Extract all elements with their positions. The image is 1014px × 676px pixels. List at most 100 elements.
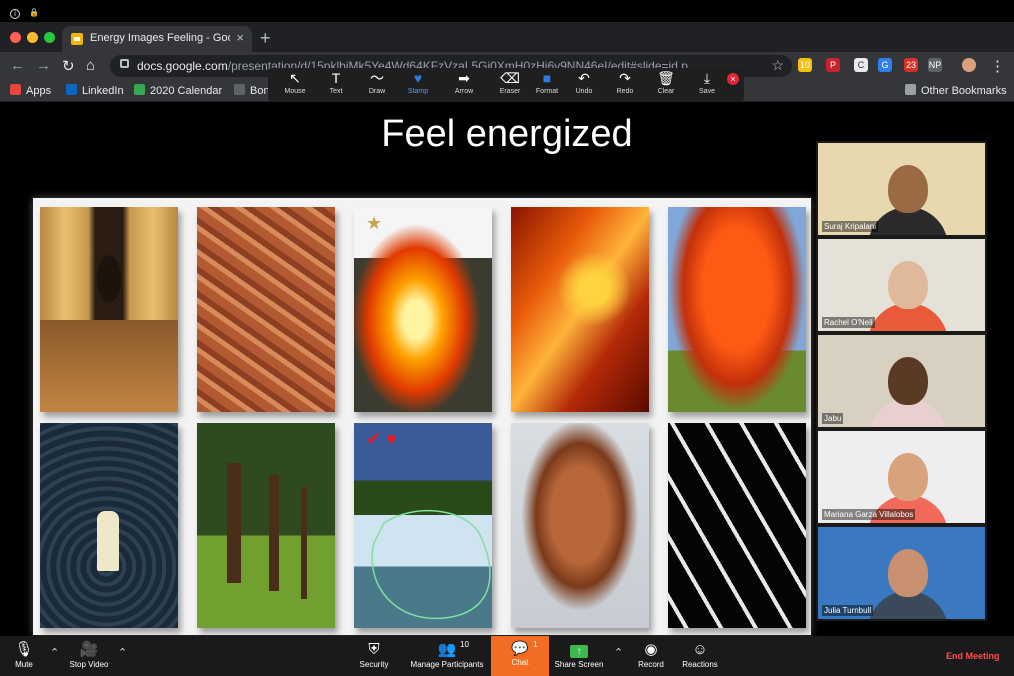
bookmark-item[interactable]: 2020 Calendar xyxy=(134,84,222,97)
annotation-tool-arrow[interactable]: ➡ Arrow xyxy=(444,70,484,100)
record-button[interactable]: ◉ Record xyxy=(634,640,668,669)
bookmark-item[interactable]: Apps xyxy=(10,84,51,97)
participant-face xyxy=(888,357,928,405)
back-arrow-icon[interactable]: ← xyxy=(10,57,25,74)
photo-pine-trees xyxy=(197,423,335,628)
pinterest-ext-icon[interactable]: P xyxy=(826,58,840,72)
participant-face xyxy=(888,549,928,597)
annotation-tool-eraser[interactable]: ⌫ Eraser xyxy=(490,70,530,100)
participant-name-label: Mariana Garza Villalobos xyxy=(822,509,916,520)
bookmark-label: Apps xyxy=(26,85,52,97)
video-options-chevron-icon[interactable]: ⌃ xyxy=(118,646,127,659)
photos-ext-icon[interactable]: 23 xyxy=(904,58,918,72)
annotation-tool-undo[interactable]: ↶ Undo xyxy=(564,70,604,100)
annotation-tool-stamp[interactable]: ♥ Stamp xyxy=(398,70,438,100)
secure-lock-icon xyxy=(120,59,129,68)
annotation-tool-text[interactable]: T Text xyxy=(316,70,356,100)
more-menu-icon[interactable]: ⋮ xyxy=(990,57,1005,75)
annotation-tool-redo[interactable]: ↷ Redo xyxy=(605,70,645,100)
minimize-window-button[interactable] xyxy=(27,32,38,43)
audio-options-chevron-icon[interactable]: ⌃ xyxy=(50,646,59,659)
bookmark-star-icon[interactable]: ☆ xyxy=(771,57,784,74)
bookmark-item[interactable]: Bon xyxy=(234,84,270,97)
format-icon: ■ xyxy=(542,70,552,86)
close-annotation-icon[interactable]: × xyxy=(727,73,739,85)
info-icon[interactable]: i xyxy=(10,9,20,19)
annotation-tool-label: Stamp xyxy=(407,88,429,95)
home-icon[interactable]: ⌂ xyxy=(86,57,95,74)
annotation-tool-format[interactable]: ■ Format xyxy=(527,70,567,100)
bookmark-item[interactable]: LinkedIn xyxy=(66,84,124,97)
grammarly-ext-icon[interactable]: G xyxy=(878,58,892,72)
text-icon: T xyxy=(331,70,341,86)
chat-button[interactable]: 💬 Chat 1 xyxy=(491,636,549,676)
share-screen-button[interactable]: ↑ Share Screen xyxy=(552,640,606,669)
mute-button[interactable]: 🎙 Mute xyxy=(8,640,40,669)
reload-icon[interactable]: ↻ xyxy=(62,57,75,75)
undo-icon: ↶ xyxy=(578,70,590,86)
participant-name-label: Rachel O'Neil xyxy=(822,317,875,328)
eraser-icon: ⌫ xyxy=(500,70,520,86)
participant-name-label: Jabu xyxy=(822,413,844,424)
annotation-tool-label: Save xyxy=(699,88,715,95)
calendar-icon xyxy=(134,84,145,95)
maximize-window-button[interactable] xyxy=(44,32,55,43)
new-tab-button[interactable]: + xyxy=(260,28,271,49)
annotation-tool-label: Format xyxy=(535,88,559,95)
end-meeting-button[interactable]: End Meeting xyxy=(946,651,1000,661)
browser-tab-bar: Energy Images Feeling - Google Slides × … xyxy=(0,22,1014,52)
slides-favicon-icon xyxy=(71,33,83,45)
copy-ext-icon[interactable]: C xyxy=(854,58,868,72)
chat-unread-count: 1 xyxy=(533,640,538,649)
photo-carousel-horse xyxy=(511,207,649,412)
smiley-plus-icon: ☺ xyxy=(692,641,708,658)
participant-name-label: Suraj Kripalani xyxy=(822,221,879,232)
record-icon: ◉ xyxy=(644,641,658,658)
reactions-button[interactable]: ☺ Reactions xyxy=(680,640,720,669)
sticky-notes-ext-icon[interactable]: 10 xyxy=(798,58,812,72)
annotation-tool-label: Draw xyxy=(368,88,386,95)
mouse-pointer-icon: ↖ xyxy=(289,70,301,86)
photo-person-in-water xyxy=(40,423,178,628)
browser-tab-slides[interactable]: Energy Images Feeling - Google Slides × xyxy=(62,26,252,52)
folder-icon xyxy=(905,84,916,95)
apps-grid-icon xyxy=(10,84,21,95)
annotation-tool-mouse[interactable]: ↖ Mouse xyxy=(275,70,315,100)
bookmark-label: Bon xyxy=(250,85,270,97)
stamp-heart-icon: ♥ xyxy=(413,70,423,86)
forward-arrow-icon[interactable]: → xyxy=(36,57,51,74)
annotation-tool-draw[interactable]: 〜 Draw xyxy=(357,70,397,100)
participant-video-tile[interactable]: Julia Turnbull xyxy=(818,527,985,619)
annotation-tool-save[interactable]: ⤓ Save xyxy=(687,70,727,100)
participant-video-tile[interactable]: Rachel O'Neil xyxy=(818,239,985,331)
close-tab-icon[interactable]: × xyxy=(236,30,244,45)
participant-video-tile[interactable]: Suraj Kripalani xyxy=(818,143,985,235)
profile-avatar[interactable] xyxy=(962,58,976,72)
photo-river-rapids: ✔ ♥ xyxy=(354,423,492,628)
annotation-tool-clear[interactable]: 🗑 Clear xyxy=(646,70,686,100)
participant-video-tile[interactable]: Mariana Garza Villalobos xyxy=(818,431,985,523)
zoom-meeting-controls: 🎙 Mute ⌃ 🎥 Stop Video ⌃ ⛨ Security 👥 Man… xyxy=(0,636,1014,676)
slide-photo-board: ★ ✔ ♥ xyxy=(33,198,811,635)
freehand-drawing-annotation xyxy=(371,510,491,620)
draw-icon: 〜 xyxy=(370,70,384,86)
security-button[interactable]: ⛨ Security xyxy=(356,640,392,669)
participant-count: 10 xyxy=(460,640,469,649)
annotation-tool-label: Text xyxy=(329,88,343,95)
stop-video-button[interactable]: 🎥 Stop Video xyxy=(64,640,114,669)
other-bookmarks[interactable]: Other Bookmarks xyxy=(905,84,1007,97)
share-options-chevron-icon[interactable]: ⌃ xyxy=(614,646,623,659)
participant-face xyxy=(888,165,928,213)
save-icon: ⤓ xyxy=(703,70,711,86)
linkedin-icon xyxy=(66,84,77,95)
close-window-button[interactable] xyxy=(10,32,21,43)
star-stamp-icon: ★ xyxy=(366,213,383,233)
zoom-screen-share-window: i 🔒 Energy Images Feeling - Google Slide… xyxy=(0,0,1014,676)
annotation-toolbar: ↖ Mouse T Text 〜 Draw ♥ Stamp ➡ Arrow ⌫ Eraser ■ Form… xyxy=(268,68,744,102)
annotation-tool-label: Mouse xyxy=(284,88,306,95)
np-ext-icon[interactable]: NP xyxy=(928,58,942,72)
manage-participants-button[interactable]: 👥 Manage Participants xyxy=(406,640,488,669)
tab-title: Energy Images Feeling - Google Slides xyxy=(90,32,230,44)
annotation-tool-label: Undo xyxy=(575,88,593,95)
participant-video-tile[interactable]: Jabu xyxy=(818,335,985,427)
